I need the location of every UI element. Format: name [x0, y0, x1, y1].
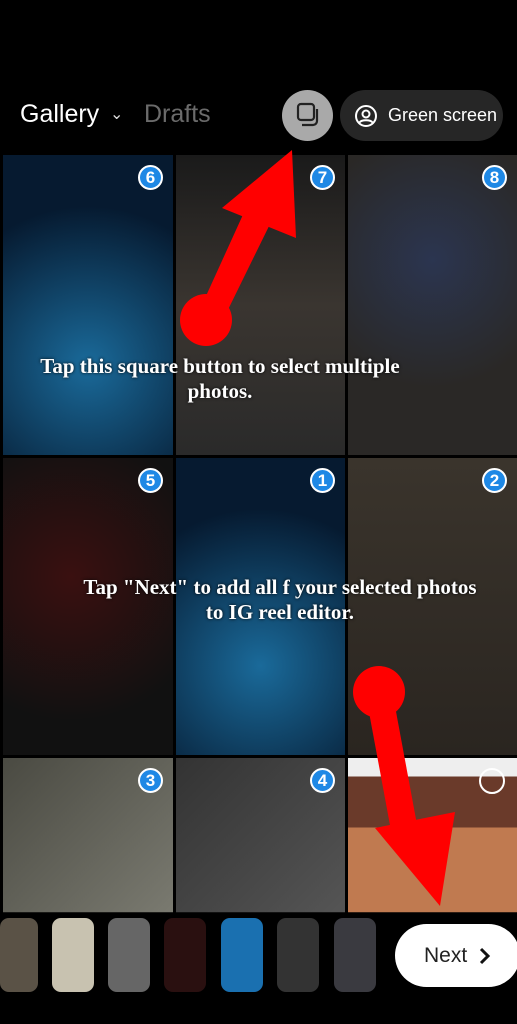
arrow-to-next — [353, 666, 455, 906]
annotation-arrows — [180, 150, 455, 906]
annotation-multi-select: Tap this square button to select multipl… — [40, 354, 400, 403]
annotation-next: Tap "Next" to add all f your selected ph… — [83, 575, 477, 624]
arrow-to-multi-select — [180, 150, 296, 346]
